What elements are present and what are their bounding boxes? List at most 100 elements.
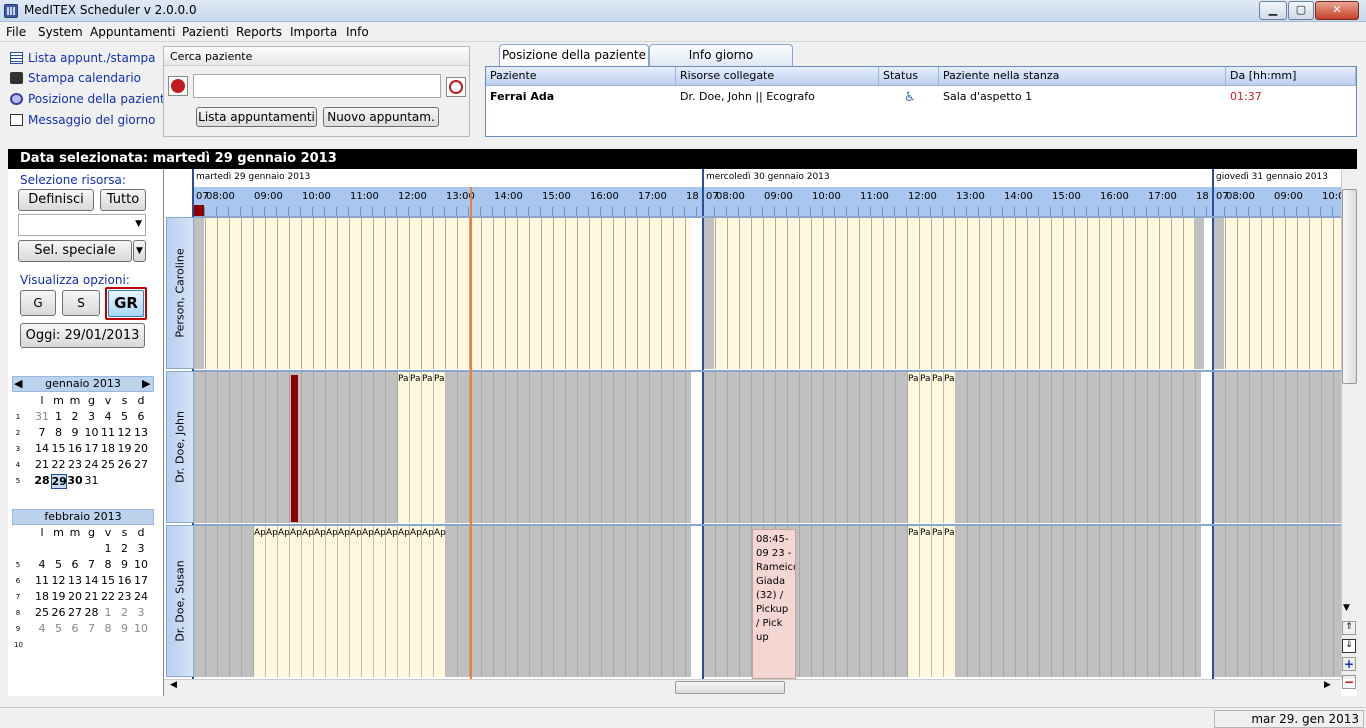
- calendar-day[interactable]: 22: [51, 458, 67, 471]
- new-appointment-button[interactable]: Nuovo appuntam.: [323, 107, 439, 127]
- calendar-day[interactable]: 10: [133, 622, 149, 635]
- appointment-card[interactable]: 08:45-09 23 - Rameico Giada (32) / Picku…: [752, 529, 796, 679]
- calendar-day[interactable]: 17: [133, 574, 149, 587]
- cell-resources[interactable]: Dr. Doe, John || Ecografo: [676, 88, 879, 106]
- calendar-day[interactable]: 19: [117, 442, 133, 455]
- calendar-day[interactable]: 26: [117, 458, 133, 471]
- zoom-in-icon[interactable]: +: [1342, 657, 1356, 671]
- col-header-status[interactable]: Status: [879, 67, 939, 86]
- menu-importa[interactable]: Importa: [290, 25, 337, 39]
- slot-label[interactable]: Ap: [410, 528, 422, 538]
- calendar-day[interactable]: 5: [51, 622, 67, 635]
- calendar-day[interactable]: 28: [84, 606, 100, 619]
- calendar-day[interactable]: 23: [67, 458, 83, 471]
- menu-system[interactable]: System: [38, 25, 83, 39]
- slot-label[interactable]: Pa: [920, 374, 932, 384]
- patient-search-input[interactable]: [193, 74, 441, 98]
- calendar-day[interactable]: 1: [100, 542, 116, 555]
- day-cell[interactable]: [194, 218, 691, 369]
- calendar-day[interactable]: 7: [34, 426, 50, 439]
- cell-patient[interactable]: Ferrai Ada: [486, 88, 676, 106]
- slot-label[interactable]: Ap: [350, 528, 362, 538]
- clear-search-button[interactable]: [446, 77, 466, 97]
- tab-patient-position[interactable]: Posizione della paziente: [499, 44, 649, 66]
- next-month-icon[interactable]: ▶: [142, 377, 150, 390]
- calendar-day[interactable]: 24: [84, 458, 100, 471]
- calendar-day[interactable]: 17: [84, 442, 100, 455]
- slot-label[interactable]: Pa: [944, 528, 956, 538]
- scroll-right-icon[interactable]: ▶: [1324, 680, 1331, 690]
- calendar-day[interactable]: 18: [34, 590, 50, 603]
- calendar-day[interactable]: 28: [34, 474, 50, 487]
- calendar-day[interactable]: 8: [100, 558, 116, 571]
- slot-label[interactable]: Ap: [302, 528, 314, 538]
- link-day-message[interactable]: Messaggio del giorno: [10, 111, 155, 129]
- free-slot[interactable]: [254, 526, 446, 677]
- calendar-day[interactable]: 1: [51, 410, 67, 423]
- calendar-day[interactable]: 14: [34, 442, 50, 455]
- free-slot[interactable]: [908, 372, 956, 523]
- calendar-day[interactable]: 7: [84, 558, 100, 571]
- calendar-day[interactable]: 5: [51, 558, 67, 571]
- special-selection-button[interactable]: Sel. speciale: [18, 240, 132, 262]
- calendar-day[interactable]: 19: [51, 590, 67, 603]
- slot-label[interactable]: Pa: [398, 374, 410, 384]
- calendar-day[interactable]: 24: [133, 590, 149, 603]
- cell-since[interactable]: 01:37: [1226, 88, 1356, 106]
- slot-label[interactable]: Pa: [434, 374, 446, 384]
- calendar-day[interactable]: 12: [117, 426, 133, 439]
- calendar-day[interactable]: 16: [67, 442, 83, 455]
- calendar-day[interactable]: 20: [67, 590, 83, 603]
- slot-label[interactable]: Ap: [422, 528, 434, 538]
- slot-label[interactable]: Pa: [932, 528, 944, 538]
- day-cell[interactable]: [1214, 526, 1341, 677]
- calendar-day[interactable]: 29: [50, 474, 67, 489]
- slot-label[interactable]: Pa: [944, 374, 956, 384]
- calendar-day[interactable]: 2: [67, 410, 83, 423]
- tab-day-info[interactable]: Info giorno: [649, 44, 793, 66]
- calendar-day[interactable]: 12: [51, 574, 67, 587]
- calendar-day[interactable]: 15: [51, 442, 67, 455]
- calendar-day[interactable]: 13: [133, 426, 149, 439]
- today-button[interactable]: Oggi: 29/01/2013: [20, 323, 145, 348]
- resource-label-0[interactable]: Person, Caroline: [166, 217, 194, 369]
- calendar-day[interactable]: 7: [84, 622, 100, 635]
- calendar-day[interactable]: 14: [84, 574, 100, 587]
- link-patient-position[interactable]: Posizione della paziente: [10, 90, 172, 108]
- free-slot[interactable]: [398, 372, 446, 523]
- all-button[interactable]: Tutto: [100, 189, 146, 211]
- slot-label[interactable]: Ap: [278, 528, 290, 538]
- slot-label[interactable]: Ap: [290, 528, 302, 538]
- calendar-day[interactable]: 8: [100, 622, 116, 635]
- calendar-day[interactable]: 13: [67, 574, 83, 587]
- calendar-day[interactable]: 18: [100, 442, 116, 455]
- resource-dropdown[interactable]: ▼: [18, 214, 146, 236]
- slot-label[interactable]: Pa: [920, 528, 932, 538]
- calendar-day[interactable]: 4: [34, 558, 50, 571]
- link-print-calendar[interactable]: Stampa calendario: [10, 69, 141, 87]
- slot-label[interactable]: Ap: [314, 528, 326, 538]
- scroll-down-icon[interactable]: ▼: [1343, 603, 1350, 613]
- prev-month-icon[interactable]: ◀: [14, 377, 22, 390]
- search-patient-button[interactable]: [168, 76, 188, 96]
- calendar-day[interactable]: 20: [133, 442, 149, 455]
- calendar-day[interactable]: 3: [133, 542, 149, 555]
- calendar-day[interactable]: 3: [133, 606, 149, 619]
- scroll-left-icon[interactable]: ◀: [170, 680, 177, 690]
- calendar-day[interactable]: 21: [84, 590, 100, 603]
- slot-label[interactable]: Ap: [374, 528, 386, 538]
- slot-label[interactable]: Ap: [398, 528, 410, 538]
- day-cell[interactable]: [1214, 372, 1341, 523]
- calendar-day[interactable]: 21: [34, 458, 50, 471]
- calendar-day[interactable]: 8: [51, 426, 67, 439]
- day-cell[interactable]: [704, 218, 1201, 369]
- calendar-day[interactable]: 9: [117, 622, 133, 635]
- day-cell[interactable]: [1214, 218, 1341, 369]
- slot-label[interactable]: Pa: [410, 374, 422, 384]
- calendar-day[interactable]: 23: [117, 590, 133, 603]
- calendar-day[interactable]: 22: [100, 590, 116, 603]
- occupied-block[interactable]: [291, 375, 298, 522]
- slot-label[interactable]: Ap: [362, 528, 374, 538]
- calendar-day[interactable]: 16: [117, 574, 133, 587]
- view-g-button[interactable]: G: [20, 290, 56, 316]
